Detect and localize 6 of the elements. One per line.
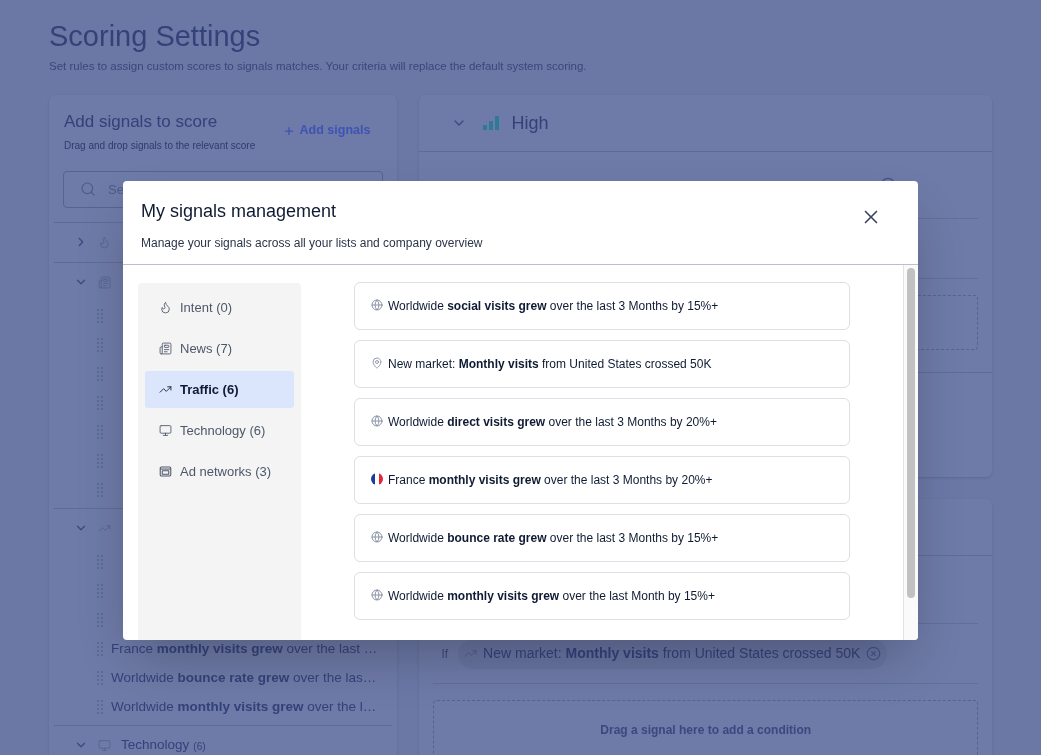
score-title: High	[511, 111, 549, 135]
panel-title: Add signals to score	[64, 111, 219, 134]
modal-subtitle: Manage your signals across all your lists and company overview	[141, 235, 483, 252]
page-title: Scoring Settings	[49, 19, 262, 54]
panel-subtitle: Drag and drop signals to the relevant score	[64, 138, 256, 153]
modal-title: My signals management	[141, 200, 338, 223]
